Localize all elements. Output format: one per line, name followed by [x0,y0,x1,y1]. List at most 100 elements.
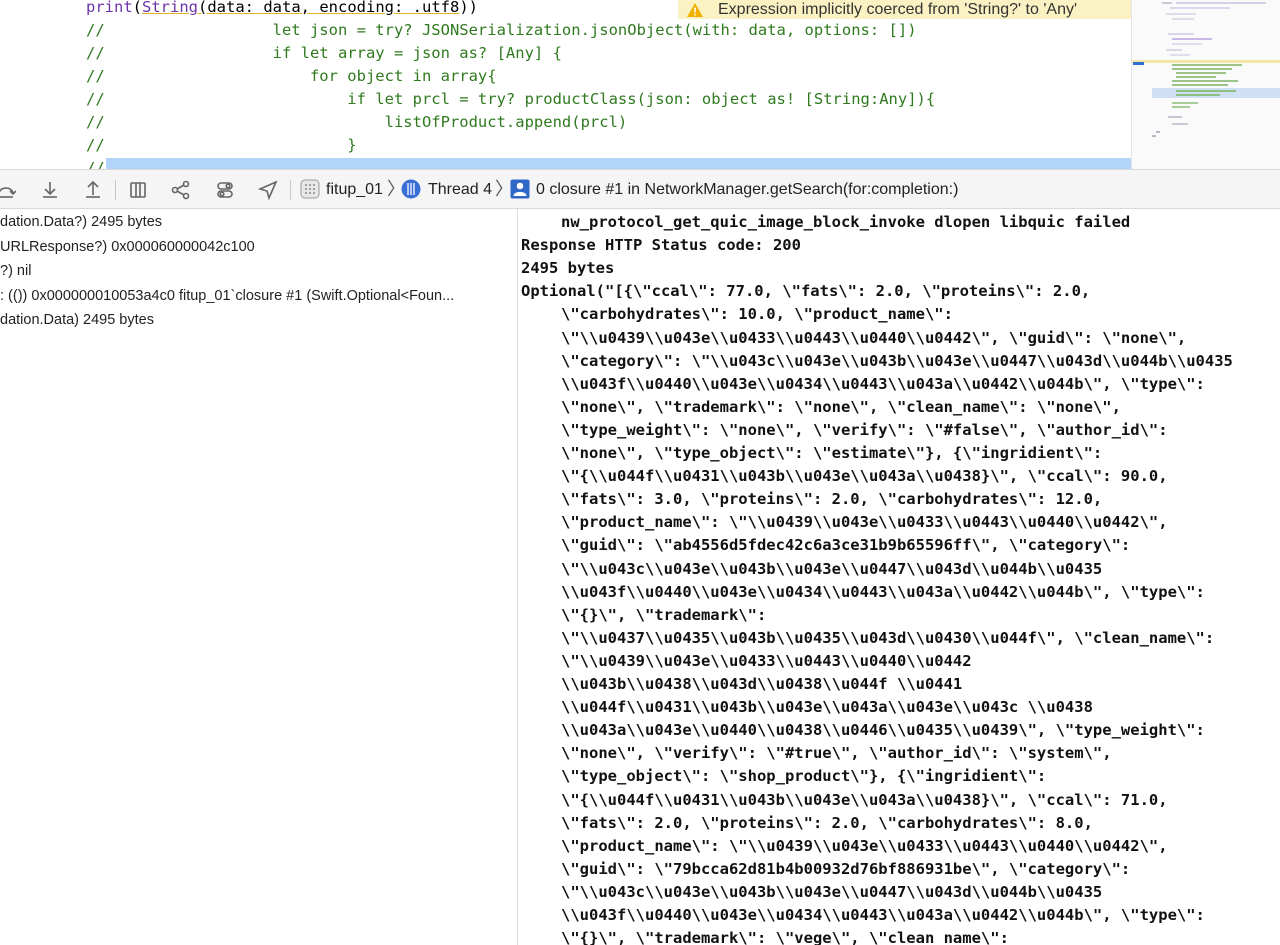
console-line: 2495 bytes [521,259,615,278]
console-line: \"fats\": 3.0, \"proteins\": 2.0, \"carb… [561,490,1103,509]
minimap-line [1172,84,1228,86]
console-line: \"category\": \"\\u043c\\u043e\\u043b\\u… [561,351,1233,370]
console-line: \"\\u043c\\u043e\\u043b\\u043e\\u0447\\u… [561,559,1103,578]
minimap-warning-line [1132,60,1280,63]
minimap-line [1172,68,1232,70]
console-line: Response HTTP Status code: 200 [521,236,801,255]
variable-row[interactable]: ?) nil [0,259,510,283]
minimap-line [1172,106,1190,108]
console-line: \"carbohydrates\": 10.0, \"product_name\… [561,305,953,324]
console-line: \\u044f\\u0431\\u043b\\u043e\\u043a\\u04… [561,698,1093,717]
console-line: nw_protocol_get_quic_image_block_invoke … [561,213,1131,231]
console-line: \"guid\": \"ab4556d5fdec42c6a3ce31b9b655… [561,536,1131,555]
console-line: \"none\", \"trademark\": \"none\", \"cle… [561,397,1121,416]
minimap-line [1152,135,1156,137]
code-line: // let json = try? JSONSerialization.jso… [86,21,917,39]
minimap-viewport-marker [1133,62,1144,65]
minimap[interactable] [1131,0,1280,169]
step-into-icon[interactable] [38,178,62,202]
code-line: // } [86,136,357,154]
app-target-icon [300,179,320,199]
warning-banner[interactable]: Expression implicitly coerced from 'Stri… [678,0,1131,19]
minimap-line [1172,64,1242,66]
minimap-line [1176,76,1216,78]
console-line: \"fats\": 2.0, \"proteins\": 2.0, \"carb… [561,813,1093,832]
console-line: \"type_object\": \"shop_product\"}, {\"i… [561,767,1047,786]
memory-graph-icon[interactable] [169,178,193,202]
variable-row[interactable]: : (()) 0x000000010053a4c0 fitup_01`closu… [0,284,510,308]
minimap-line [1166,49,1182,51]
console-line: \"\\u0439\\u043e\\u0433\\u0443\\u0440\\u… [561,328,1187,347]
console-line: \\u043f\\u0440\\u043e\\u0434\\u0443\\u04… [561,582,1205,601]
minimap-line [1176,94,1220,96]
console-line: \"product_name\": \"\\u0439\\u043e\\u043… [561,836,1168,855]
console-line: \"{\\u044f\\u0431\\u043b\\u043e\\u043a\\… [561,790,1168,809]
console-line: \\u043b\\u0438\\u043d\\u0438\\u044f \\u0… [561,675,963,693]
separator [115,180,116,200]
code-line: // if let array = json as? [Any] { [86,44,562,62]
variables-view[interactable]: dation.Data?) 2495 bytes URLResponse?) 0x… [0,209,518,945]
code-line: print(String(data: data, encoding: .utf8… [86,0,478,19]
simulate-location-icon[interactable] [256,178,280,202]
console-line: \"guid\": \"79bcca62d81b4b00932d76bf8869… [561,859,1131,878]
thread-icon [401,179,421,199]
console-line: \"none\", \"verify\": \"#true\", \"autho… [561,744,1112,763]
minimap-line [1172,80,1238,82]
variable-row[interactable]: URLResponse?) 0x000060000042c100 [0,235,510,259]
minimap-line [1168,116,1182,118]
warning-text: Expression implicitly coerced from 'Stri… [718,0,1078,18]
code-line: // if let prcl = try? productClass(json:… [86,90,936,108]
console-line: \"type_weight\": \"none\", \"verify\": \… [561,420,1168,439]
minimap-line [1172,43,1202,45]
console-line: \"{}\", \"trademark\": [561,605,767,624]
code-token: .utf8 [412,0,460,16]
warning-triangle-icon [682,0,708,19]
console-line: \"\\u0437\\u0435\\u043b\\u0435\\u043d\\u… [561,628,1215,647]
view-hierarchy-icon[interactable] [126,178,150,202]
minimap-line [1162,2,1172,4]
minimap-line [1172,123,1188,125]
variable-row[interactable]: dation.Data) 2495 bytes [0,308,510,332]
minimap-line [1176,2,1266,4]
minimap-line [1172,102,1198,104]
minimap-line [1166,13,1196,15]
console-line: Optional("[{\"ccal\": 77.0, \"fats\": 2.… [521,282,1091,301]
console-line: \"{}\", \"trademark\": \"vege\", \"clean… [561,929,1009,945]
minimap-line [1168,33,1194,35]
code-token: ( [132,0,143,16]
variable-row[interactable]: dation.Data?) 2495 bytes [0,210,510,234]
code-line: // for object in array{ [86,67,497,85]
code-token: print [86,0,133,16]
debug-bar: fitup_01 〉 Thread 4 〉 0 closure #1 in Ne… [0,169,1280,209]
console-line: \\u043a\\u043e\\u0440\\u0438\\u0446\\u04… [561,721,1205,740]
console-output[interactable]: nw_protocol_get_quic_image_block_invoke … [518,209,1280,945]
minimap-line [1170,7,1230,9]
separator [290,180,291,200]
minimap-line [1172,38,1212,40]
console-line: \\u043f\\u0440\\u043e\\u0434\\u0443\\u04… [561,374,1205,393]
code-token: (data: data, encoding: [198,0,413,16]
console-line: \\u043f\\u0440\\u043e\\u0434\\u0443\\u04… [561,906,1205,924]
code-line: // [86,159,105,169]
console-line: \"\\u0439\\u043e\\u0433\\u0443\\u0440\\u… [561,651,972,670]
console-line: \"{\\u044f\\u0431\\u043b\\u043e\\u043a\\… [561,467,1168,486]
breadcrumb-frame[interactable]: 0 closure #1 in NetworkManager.getSearch… [536,180,958,200]
minimap-line [1176,72,1226,74]
minimap-line [1172,18,1194,20]
console-line: \"product_name\": \"\\u0439\\u043e\\u043… [561,513,1168,532]
breadcrumb-thread[interactable]: Thread 4 [428,180,492,200]
code-token: )) [459,0,478,16]
console-line: \"none\", \"type_object\": \"estimate\"}… [561,444,1103,462]
current-line-highlight [106,158,1131,169]
code-editor[interactable]: print(String(data: data, encoding: .utf8… [0,0,1131,169]
code-line: // listOfProduct.append(prcl) [86,113,628,131]
minimap-line [1156,131,1160,133]
breadcrumb-app[interactable]: fitup_01 [326,180,383,200]
code-token: String [142,0,199,16]
step-out-icon[interactable] [81,178,105,202]
console-line: \"\\u043c\\u043e\\u043b\\u043e\\u0447\\u… [561,882,1103,901]
user-frame-icon [510,179,530,199]
minimap-line [1170,54,1190,56]
step-over-icon[interactable] [0,178,18,202]
environment-overrides-icon[interactable] [213,178,237,202]
